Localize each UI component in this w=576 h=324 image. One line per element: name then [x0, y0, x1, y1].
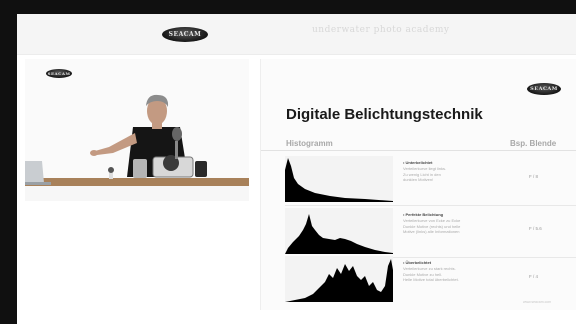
- row-desc-line: Helle Motive total überbelichtet.: [403, 277, 459, 282]
- row-desc-line: dunklen Motiven!: [403, 177, 434, 182]
- header-bar: SEACAM underwater photo academy: [17, 14, 576, 55]
- header-divider: [261, 150, 576, 151]
- row-title: • Unterbelichtet: [403, 160, 433, 165]
- row-divider: [285, 205, 576, 206]
- histogram-row-perfect: • Perfekte Belichtung Verteilerkurve von…: [261, 208, 576, 254]
- presentation-slide: SEACAM Digitale Belichtungstechnik Histo…: [260, 59, 576, 310]
- histogram-overexposed: [285, 256, 393, 302]
- row-description: • Überbelichtet Verteilerkurve zu stark …: [403, 260, 499, 283]
- slide-seacam-logo: SEACAM: [527, 83, 561, 95]
- histogram-overexposed-graphic: [285, 259, 393, 302]
- row-desc-line: Motive (links) alle Informationen: [403, 229, 460, 234]
- slide-title: Digitale Belichtungstechnik: [286, 106, 483, 123]
- academy-tagline: underwater photo academy: [312, 25, 450, 35]
- slide-footer-url: www.seacam.com: [523, 300, 552, 304]
- seacam-logo[interactable]: SEACAM: [162, 27, 208, 42]
- row-title: • Überbelichtet: [403, 260, 432, 265]
- column-header-aperture: Bsp. Blende: [510, 139, 557, 148]
- histogram-underexposed-graphic: [285, 158, 393, 202]
- row-description: • Perfekte Belichtung Verteilerkurve von…: [403, 212, 499, 235]
- column-header-histogram: Histogramm: [286, 139, 333, 148]
- row-description: • Unterbelichtet Verteilerkurve liegt li…: [403, 160, 499, 183]
- histogram-row-overexposed: • Überbelichtet Verteilerkurve zu stark …: [261, 256, 576, 302]
- presenter-video-frame: [25, 59, 249, 201]
- row-title: • Perfekte Belichtung: [403, 212, 444, 217]
- histogram-underexposed: [285, 156, 393, 202]
- aperture-value: F / 4: [529, 274, 539, 279]
- aperture-value: F / 8: [529, 174, 539, 179]
- histogram-perfect-graphic: [285, 214, 393, 254]
- video-seacam-logo: SEACAM: [46, 69, 72, 78]
- aperture-value: F / 5.6: [529, 226, 542, 231]
- presenter-video[interactable]: SEACAM: [25, 59, 249, 201]
- histogram-perfect: [285, 208, 393, 254]
- app-window: SEACAM underwater photo academy SEACAM S…: [17, 14, 576, 324]
- histogram-row-underexposed: • Unterbelichtet Verteilerkurve liegt li…: [261, 156, 576, 202]
